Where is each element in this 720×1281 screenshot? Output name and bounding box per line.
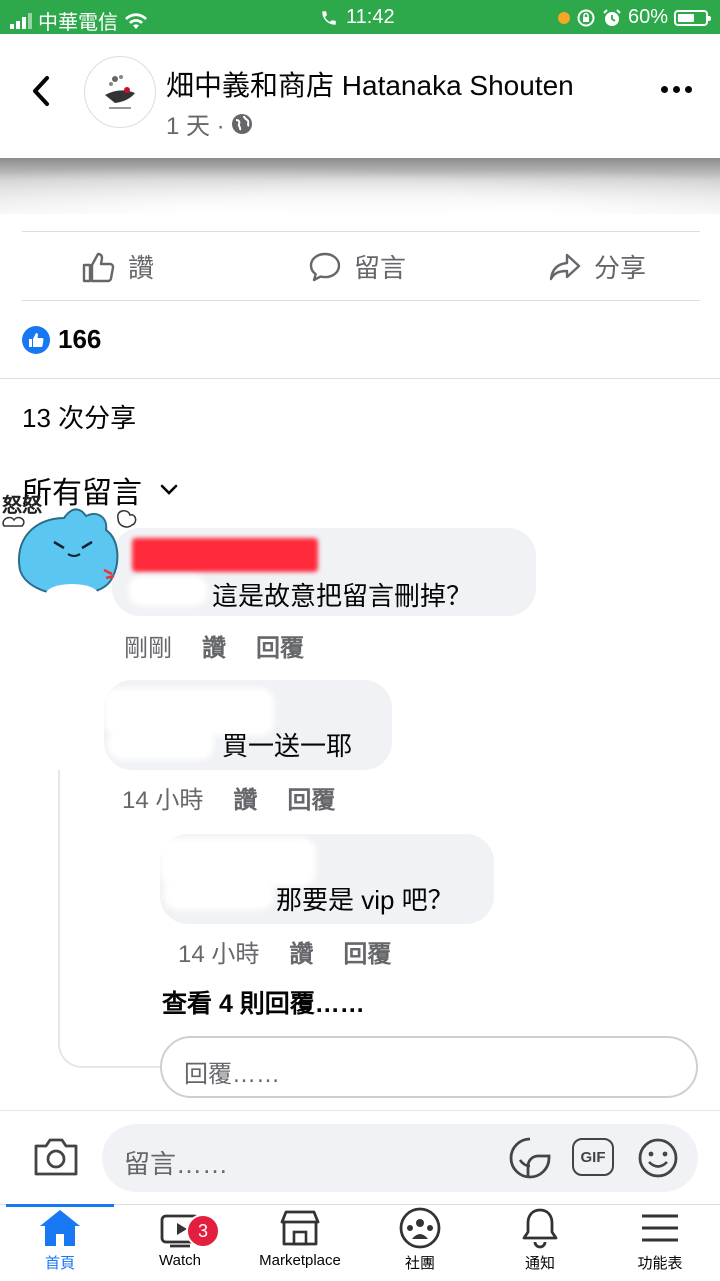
tab-groups[interactable]: 社團 [360,1206,480,1278]
reply-input[interactable]: 回覆…… [160,1036,698,1098]
battery-percent: 60% [627,6,668,28]
like-button[interactable]: 讚 [82,248,154,285]
reply-placeholder: 回覆…… [184,1061,280,1088]
divider [22,300,700,301]
reaction-summary[interactable]: 166 [22,324,101,355]
clock: 11:42 [346,6,395,28]
redacted-author-name [132,538,318,572]
status-bar: 中華電信 11:42 60% [0,0,720,34]
reply-like-button[interactable]: 讚 [289,934,313,969]
redacted-text [164,878,274,910]
signal-icon [10,12,32,29]
share-button[interactable]: 分享 [548,248,646,285]
comment-placeholder: 留言…… [124,1149,229,1179]
redacted-text [108,728,214,760]
tab-home[interactable]: 首頁 [0,1206,120,1278]
page-logo-icon [86,58,154,126]
carrier-label: 中華電信 [38,12,118,34]
post-photo[interactable] [0,158,720,214]
marketplace-icon [280,1210,320,1246]
tab-menu[interactable]: 功能表 [600,1206,720,1278]
tab-watch[interactable]: Watch [120,1206,240,1278]
tab-notifications[interactable]: 通知 [480,1206,600,1278]
comment-time: 14 小時 [122,787,204,814]
like-label: 讚 [128,253,155,283]
comment-text: 買一送一耶 [222,731,353,761]
emoji-icon[interactable] [636,1136,680,1180]
reaction-count: 166 [58,324,102,354]
watch-notification-badge: 3 [186,1214,220,1248]
post-age: 1 天 · [166,113,225,140]
comment-label: 留言 [354,253,407,283]
back-arrow-icon[interactable] [28,74,54,108]
chevron-down-icon [160,484,178,495]
comment-bubble-icon [309,252,341,281]
post-header: 畑中義和商店 Hatanaka Shouten 1 天 · [0,34,720,158]
comment-actions: 剛剛 讚 回覆 [124,628,304,663]
tab-label: 功能表 [637,1255,683,1272]
phone-icon [322,10,336,25]
hamburger-menu-icon [642,1214,678,1242]
angry-cat-sticker: 怒怒 [0,490,150,620]
groups-icon [399,1207,441,1249]
more-options-icon[interactable] [661,86,692,93]
comment-actions: 14 小時 讚 回覆 [122,780,335,815]
comment-time: 剛剛 [124,635,172,662]
comment-text: 這是故意把留言刪掉？ [212,581,473,611]
view-more-replies-link[interactable]: 查看 4 則回覆…… [162,984,365,1020]
reply-text: 那要是 vip 吧？ [276,885,454,915]
wifi-icon [125,12,147,29]
reply-actions: 14 小時 讚 回覆 [178,934,391,969]
share-count[interactable]: 13 次分享 [22,398,136,435]
post-meta: 1 天 · [166,106,253,141]
comment-reply-button[interactable]: 回覆 [287,780,335,815]
reply-time: 14 小時 [178,941,260,968]
divider [22,231,700,232]
comment-reply-button[interactable]: 回覆 [256,628,304,663]
bell-icon [522,1208,558,1249]
camera-icon[interactable] [32,1136,80,1178]
tab-label: Marketplace [259,1252,341,1269]
tab-label: Watch [159,1252,201,1269]
alarm-icon [603,8,621,26]
reply-reply-button[interactable]: 回覆 [343,934,391,969]
globe-icon [231,113,252,134]
tab-label: 通知 [524,1255,555,1272]
recording-dot-icon [557,11,570,24]
like-reaction-icon [22,325,50,354]
divider [0,378,720,379]
home-icon [40,1210,80,1246]
comment-like-button[interactable]: 讚 [233,780,257,815]
sticker-icon[interactable] [508,1136,552,1180]
share-arrow-icon [549,253,581,280]
angry-cat-sticker-icon: 怒怒 [2,493,137,604]
comment-like-button[interactable]: 讚 [202,628,226,663]
gif-button[interactable]: GIF [572,1138,614,1176]
page-avatar[interactable] [84,56,156,128]
tab-marketplace[interactable]: Marketplace [240,1206,360,1278]
comment-button[interactable]: 留言 [308,248,406,285]
tab-label: 社團 [404,1255,435,1272]
tab-label: 首頁 [44,1255,75,1272]
thumbs-up-icon [82,252,115,282]
share-label: 分享 [594,253,647,283]
page-name[interactable]: 畑中義和商店 Hatanaka Shouten [166,64,574,104]
gif-label: GIF [580,1148,606,1166]
sticker-text: 怒怒 [2,493,42,517]
rotation-lock-icon [577,9,595,26]
battery-icon [674,9,711,26]
